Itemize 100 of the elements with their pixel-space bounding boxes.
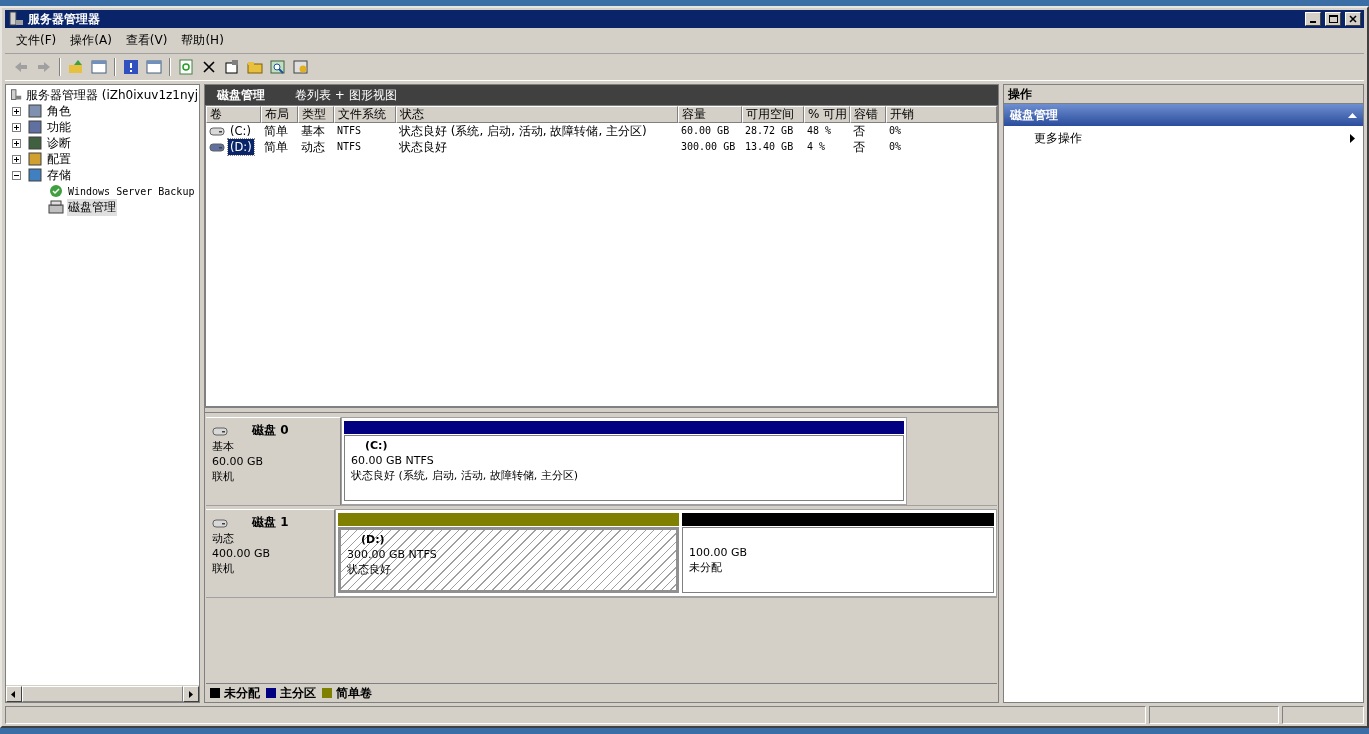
table-cell-text: 4 % [806,140,827,154]
partition[interactable]: 100.00 GB 未分配 [682,527,994,593]
menu-item[interactable]: 查看(V) [120,32,173,49]
toolbar-button[interactable] [268,57,288,77]
table-cell-text: NTFS [336,140,363,154]
window-title: 服务器管理器 [28,10,101,28]
minimize-button[interactable] [1305,12,1321,26]
partition[interactable]: (D:) 300.00 GB NTFS 状态良好 [338,527,679,593]
menu-item[interactable]: 操作(A) [65,32,117,49]
column-header[interactable]: 文件系统 [334,106,396,123]
partition-size: 60.00 GB NTFS [351,453,435,468]
actions-title: 操作 [1004,85,1363,104]
partition[interactable]: (C:) 60.00 GB NTFS 状态良好 (系统, 启动, 活动, 故障转储, 主分区) [344,435,904,501]
disk-name: 磁盘 0 [252,422,289,439]
tree-item[interactable]: Windows Server Backup [67,185,196,197]
back-arrow-icon [13,59,29,75]
tree-item[interactable]: 功能 [46,118,72,136]
partition-size: 300.00 GB NTFS [347,547,438,562]
disk-type: 动态 [212,531,235,546]
partition-status: 状态良好 [347,562,392,577]
partition-label: (D:) [360,533,386,547]
legend-label: 主分区 [280,684,316,702]
column-header[interactable]: 容错 [850,106,886,123]
menu-item[interactable]: 帮助(H) [176,32,229,49]
table-cell-text: 否 [852,139,866,155]
backup-icon [48,183,64,199]
tree-item[interactable]: 服务器管理器 (iZh0ixuv1z1nyj [24,86,199,104]
collapse-icon [1348,112,1357,118]
close-icon [1349,15,1357,23]
expand-icon[interactable] [12,122,21,132]
table-cell-text: 0% [888,140,903,154]
table-cell-text: 状态良好 [398,139,448,155]
maximize-button[interactable] [1325,12,1341,26]
table-cell-text: 状态良好 (系统, 启动, 活动, 故障转储, 主分区) [398,123,648,139]
column-header[interactable]: 容量 [678,106,742,123]
close-icon [201,59,217,75]
scroll-left-icon [11,690,17,698]
action-item[interactable]: 更多操作 [1034,130,1082,147]
tree-item[interactable]: 配置 [46,150,72,168]
partition-label: (C:) [364,439,389,453]
column-header[interactable]: 状态 [396,106,678,123]
submenu-arrow-icon [1350,134,1355,143]
column-header[interactable]: 卷 [206,106,261,123]
collapse-icon[interactable] [12,170,21,180]
folder-up-icon [68,59,84,75]
column-header[interactable]: 开销 [886,106,997,123]
expand-icon[interactable] [12,106,21,116]
column-header[interactable]: 布局 [261,106,298,123]
table-cell-text: 300.00 GB [680,140,737,154]
volume-name[interactable]: (C:) [228,123,253,139]
column-header[interactable]: 类型 [298,106,334,123]
folder-icon [247,59,263,75]
volume-icon [209,126,225,136]
menu-item[interactable]: 文件(F) [11,32,62,49]
column-header[interactable]: 可用空间 [742,106,804,123]
disk-status: 联机 [212,469,235,484]
panel-icon [91,59,107,75]
scroll-thumb[interactable] [21,686,184,702]
legend-label: 未分配 [224,684,260,702]
table-cell-text: 基本 [300,123,326,139]
tree-item[interactable]: 诊断 [46,134,72,152]
partition-status: 未分配 [689,560,723,575]
partition-status: 状态良好 (系统, 启动, 活动, 故障转储, 主分区) [351,468,580,483]
section-title: 磁盘管理 [1010,106,1058,124]
table-cell-text: 动态 [300,139,326,155]
horizontal-scrollbar[interactable] [6,685,199,702]
volume-name[interactable]: (D:) [228,139,254,155]
disk-size: 60.00 GB [212,454,265,469]
table-cell-text: 0% [888,124,903,138]
expand-icon[interactable] [12,154,21,164]
server-icon [8,11,24,27]
disk-type: 基本 [212,439,235,454]
table-cell-text: 否 [852,123,866,139]
legend-label: 简单卷 [336,684,372,702]
actions-section-header[interactable]: 磁盘管理 [1004,104,1363,126]
view-title: 卷列表 + 图形视图 [295,86,397,104]
forward-arrow-icon [36,59,52,75]
panel-icon [146,59,162,75]
table-cell-text: 13.40 GB [744,140,795,154]
table-cell-text: 48 % [806,124,833,138]
maximize-icon [1328,15,1338,23]
expand-icon[interactable] [12,138,21,148]
table-cell-text: 60.00 GB [680,124,731,138]
table-cell-text: NTFS [336,124,363,138]
tree-item[interactable]: 存储 [46,166,72,184]
disk-name: 磁盘 1 [252,514,289,531]
scroll-right-icon [188,690,194,698]
tree-item[interactable]: 角色 [46,102,72,120]
server-icon [10,87,22,103]
volume-icon [209,142,225,152]
column-header[interactable]: % 可用 [804,106,850,123]
partition-size: 100.00 GB [689,545,749,560]
table-cell-text: 简单 [263,123,289,139]
panel-title: 磁盘管理 [217,86,265,104]
disk-status: 联机 [212,561,235,576]
table-cell-text: 简单 [263,139,289,155]
close-button[interactable] [1345,12,1361,26]
disk-size: 400.00 GB [212,546,272,561]
tree-item[interactable]: 磁盘管理 [67,198,117,216]
search-icon [270,59,286,75]
